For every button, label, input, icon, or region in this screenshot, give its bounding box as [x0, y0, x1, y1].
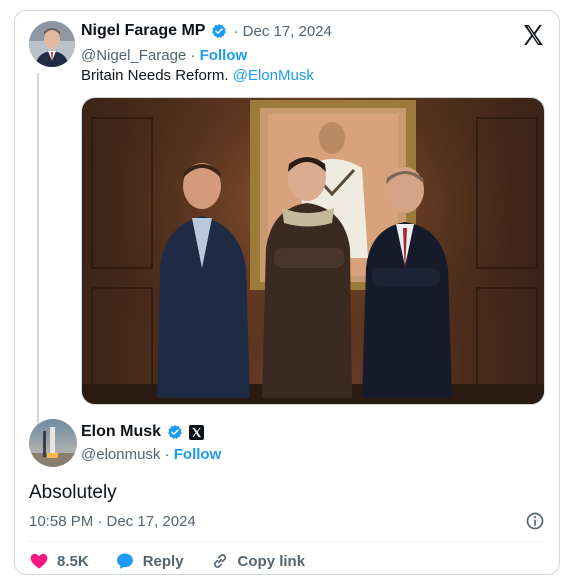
x-logo-icon[interactable]	[521, 23, 545, 47]
divider	[29, 541, 545, 542]
reply-tweet-text: Absolutely	[29, 482, 117, 503]
like-count: 8.5K	[57, 552, 89, 570]
copy-link-label: Copy link	[237, 552, 306, 570]
tweet-photo[interactable]	[81, 97, 545, 405]
parent-author-name[interactable]: Nigel Farage MP	[81, 22, 205, 40]
heart-icon	[30, 553, 48, 569]
follow-button[interactable]: Follow	[200, 47, 248, 64]
avatar[interactable]	[29, 21, 75, 67]
reply-label: Reply	[142, 552, 184, 570]
tweet-date[interactable]: · Dec 17, 2024	[233, 23, 331, 40]
follow-button[interactable]: Follow	[174, 446, 222, 463]
embedded-tweet-card: Nigel Farage MP · Dec 17, 2024 @Nigel_Fa…	[14, 10, 560, 575]
verified-badge-icon	[168, 425, 183, 439]
parent-tweet-text: Britain Needs Reform. @ElonMusk	[81, 67, 314, 84]
reply-author-row: Elon Musk	[81, 423, 205, 441]
copy-link-button[interactable]: Copy link	[210, 551, 306, 571]
info-icon[interactable]	[525, 511, 545, 531]
parent-handle-row: @Nigel_Farage · Follow	[81, 47, 247, 64]
thread-connector-line	[37, 73, 39, 429]
reply-author-handle[interactable]: @elonmusk ·	[81, 446, 170, 463]
x-affiliation-badge-icon	[189, 424, 205, 440]
link-icon	[213, 554, 226, 568]
reply-author-name[interactable]: Elon Musk	[81, 423, 161, 441]
avatar[interactable]	[29, 419, 77, 467]
parent-author-row: Nigel Farage MP · Dec 17, 2024	[81, 22, 332, 40]
parent-author-handle[interactable]: @Nigel_Farage ·	[81, 47, 195, 64]
reply-button[interactable]: Reply	[115, 551, 184, 571]
photo-illustration	[82, 98, 544, 404]
reply-bubble-icon	[116, 553, 133, 569]
like-button[interactable]: 8.5K	[29, 551, 89, 571]
tweet-actions: 8.5K Reply Copy link	[29, 551, 305, 571]
tweet-timestamp[interactable]: 10:58 PM · Dec 17, 2024	[29, 513, 196, 530]
tweet-text-body: Britain Needs Reform.	[81, 67, 229, 84]
verified-badge-icon	[212, 24, 227, 38]
mention-link[interactable]: @ElonMusk	[233, 67, 314, 84]
reply-handle-row: @elonmusk · Follow	[81, 446, 221, 463]
